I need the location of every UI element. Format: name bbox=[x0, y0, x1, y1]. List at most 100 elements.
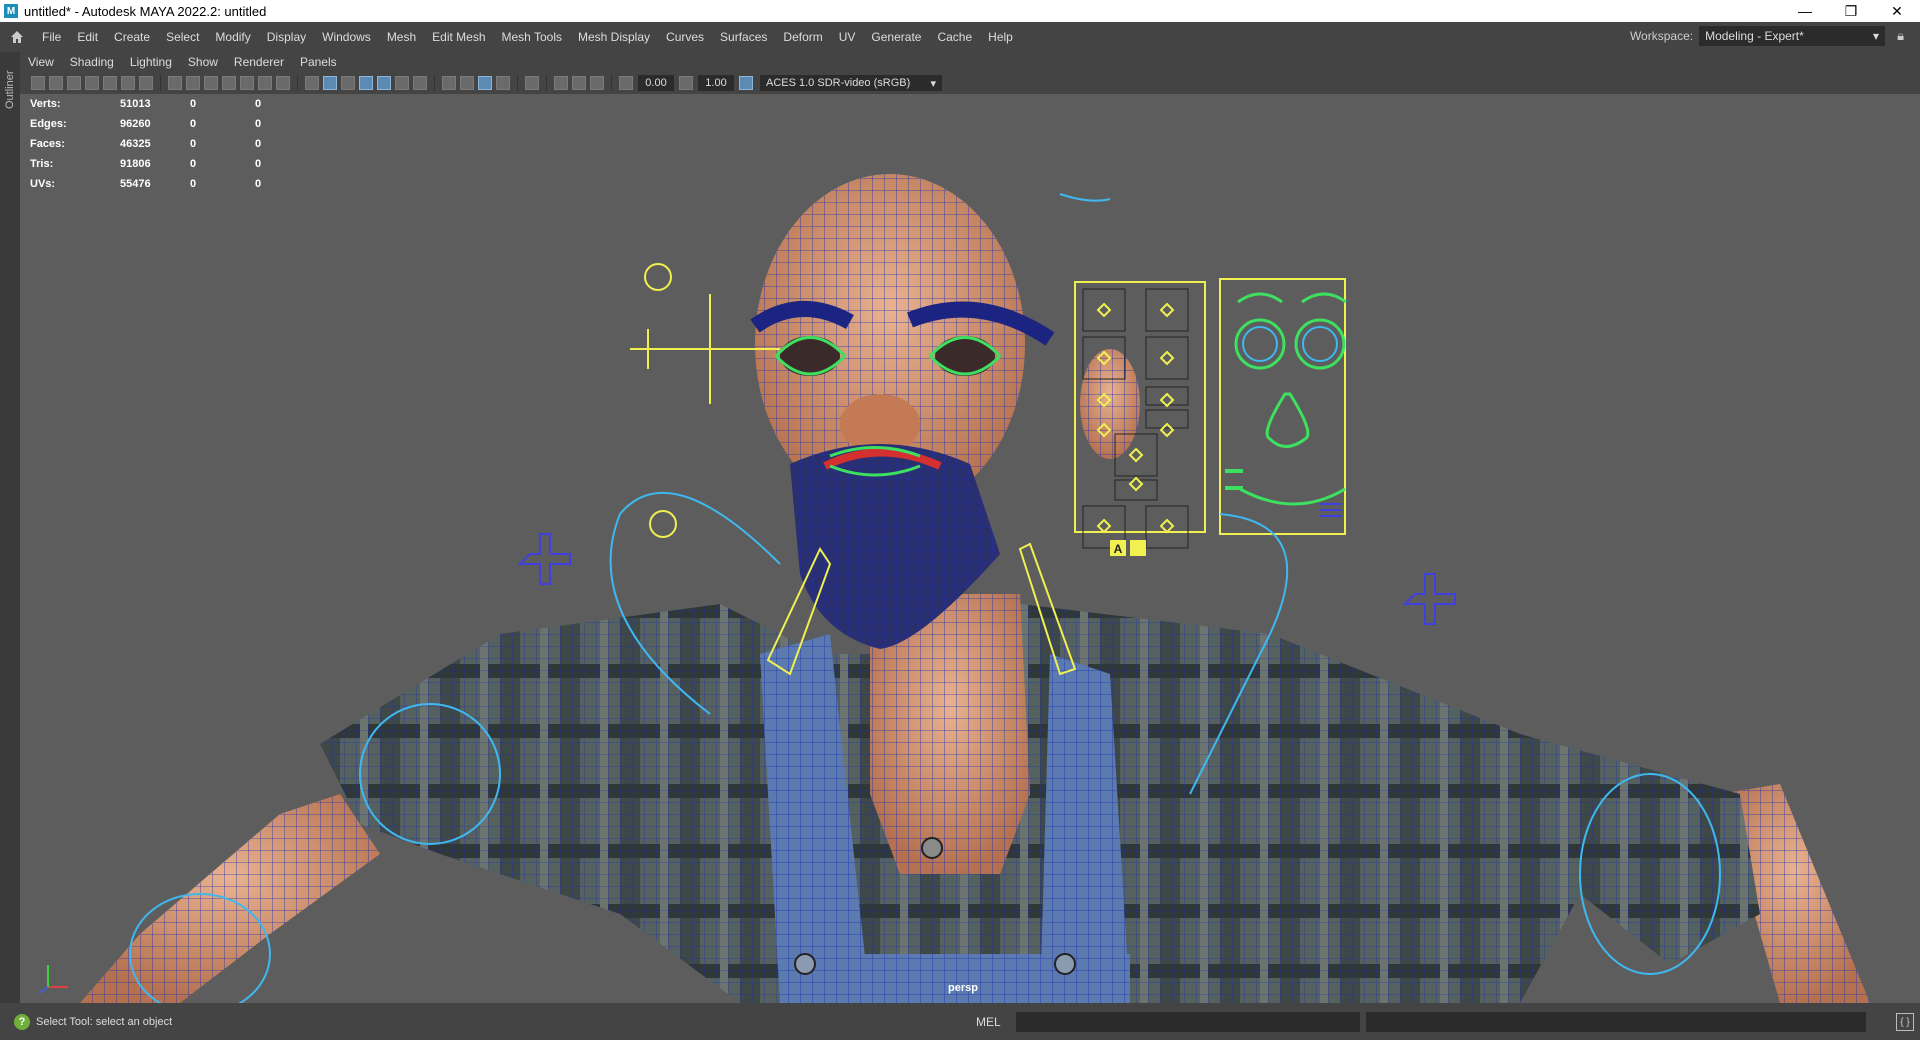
menu-generate[interactable]: Generate bbox=[863, 30, 929, 44]
help-line-bar: ? Select Tool: select an object MEL { } bbox=[0, 1003, 1920, 1040]
menu-help[interactable]: Help bbox=[980, 30, 1021, 44]
menu-mesh-tools[interactable]: Mesh Tools bbox=[494, 30, 570, 44]
toolbar-divider bbox=[546, 75, 547, 91]
script-language-toggle[interactable]: MEL bbox=[976, 1015, 1016, 1029]
gamma-field[interactable]: 1.00 bbox=[698, 75, 734, 91]
workspace-label: Workspace: bbox=[1629, 29, 1694, 43]
toolbar-divider bbox=[434, 75, 435, 91]
use-all-lights-icon[interactable] bbox=[395, 76, 409, 90]
wireframe-on-shaded-icon[interactable] bbox=[359, 76, 373, 90]
panel-menu-view[interactable]: View bbox=[20, 55, 62, 69]
exposure-icon[interactable] bbox=[619, 76, 633, 90]
window-title: untitled* - Autodesk MAYA 2022.2: untitl… bbox=[24, 3, 267, 19]
xray-icon[interactable] bbox=[554, 76, 568, 90]
menu-curves[interactable]: Curves bbox=[658, 30, 712, 44]
depth-of-field-icon[interactable] bbox=[496, 76, 510, 90]
image-plane-icon[interactable] bbox=[85, 76, 99, 90]
panel-menu-shading[interactable]: Shading bbox=[62, 55, 122, 69]
xray-joints-icon[interactable] bbox=[572, 76, 586, 90]
select-camera-icon[interactable] bbox=[31, 76, 45, 90]
view-transform-dropdown[interactable]: ACES 1.0 SDR-video (sRGB) ▾ bbox=[760, 75, 942, 91]
bookmarks-icon[interactable] bbox=[67, 76, 81, 90]
toolbar-divider bbox=[517, 75, 518, 91]
textured-icon[interactable] bbox=[377, 76, 391, 90]
menu-cache[interactable]: Cache bbox=[929, 30, 980, 44]
menu-surfaces[interactable]: Surfaces bbox=[712, 30, 775, 44]
panel-toolbar: 0.00 1.00 ACES 1.0 SDR-video (sRGB) ▾ bbox=[20, 72, 1920, 94]
outliner-tab[interactable]: Outliner bbox=[2, 60, 18, 120]
panel-menu-panels[interactable]: Panels bbox=[292, 55, 345, 69]
restore-button[interactable]: ❐ bbox=[1828, 0, 1874, 22]
home-icon[interactable] bbox=[6, 26, 28, 48]
hud-label: Tris: bbox=[30, 158, 54, 170]
toolbar-divider bbox=[160, 75, 161, 91]
hud-value: 0 bbox=[255, 158, 262, 170]
poly-count-hud: Verts: 51013 0 0 Edges: 96260 0 0 Faces:… bbox=[30, 94, 295, 194]
anti-aliasing-icon[interactable] bbox=[478, 76, 492, 90]
panel-menu-renderer[interactable]: Renderer bbox=[226, 55, 292, 69]
menu-edit[interactable]: Edit bbox=[69, 30, 106, 44]
main-menu-bar: File Edit Create Select Modify Display W… bbox=[0, 22, 1920, 52]
resolution-gate-icon[interactable] bbox=[204, 76, 218, 90]
workspace-value: Modeling - Expert* bbox=[1705, 29, 1804, 43]
help-line-text: Select Tool: select an object bbox=[36, 1015, 173, 1028]
viewport-panel[interactable]: View Shading Lighting Show Renderer Pane… bbox=[20, 52, 1920, 1003]
minimize-button[interactable]: — bbox=[1782, 0, 1828, 22]
field-chart-icon[interactable] bbox=[240, 76, 254, 90]
safe-action-icon[interactable] bbox=[258, 76, 272, 90]
hud-value: 46325 bbox=[120, 138, 151, 150]
panel-menu-lighting[interactable]: Lighting bbox=[122, 55, 180, 69]
gate-mask-icon[interactable] bbox=[222, 76, 236, 90]
exposure-field[interactable]: 0.00 bbox=[638, 75, 674, 91]
menu-select[interactable]: Select bbox=[158, 30, 207, 44]
grid-icon[interactable] bbox=[168, 76, 182, 90]
gamma-icon[interactable] bbox=[679, 76, 693, 90]
script-editor-icon[interactable]: { } bbox=[1896, 1013, 1914, 1031]
lock-icon[interactable]: 🔒︎ bbox=[1897, 28, 1904, 44]
hud-row-uvs: UVs: 55476 0 0 bbox=[30, 174, 295, 194]
isolate-select-icon[interactable] bbox=[525, 76, 539, 90]
film-gate-toggle-icon[interactable] bbox=[186, 76, 200, 90]
color-management-icon[interactable] bbox=[739, 76, 753, 90]
menu-file[interactable]: File bbox=[34, 30, 69, 44]
wireframe-icon[interactable] bbox=[305, 76, 319, 90]
menu-edit-mesh[interactable]: Edit Mesh bbox=[424, 30, 493, 44]
toolbar-divider bbox=[611, 75, 612, 91]
menu-create[interactable]: Create bbox=[106, 30, 158, 44]
camera-move-icon[interactable] bbox=[139, 76, 153, 90]
motion-blur-icon[interactable] bbox=[460, 76, 474, 90]
menu-uv[interactable]: UV bbox=[831, 30, 864, 44]
menu-mesh-display[interactable]: Mesh Display bbox=[570, 30, 658, 44]
help-icon: ? bbox=[14, 1013, 30, 1030]
film-gate-icon[interactable] bbox=[121, 76, 135, 90]
menu-modify[interactable]: Modify bbox=[207, 30, 258, 44]
safe-title-icon[interactable] bbox=[276, 76, 290, 90]
default-material-icon[interactable] bbox=[341, 76, 355, 90]
close-button[interactable]: ✕ bbox=[1874, 0, 1920, 22]
panel-menu-show[interactable]: Show bbox=[180, 55, 226, 69]
menu-deform[interactable]: Deform bbox=[775, 30, 830, 44]
toolbar-divider bbox=[297, 75, 298, 91]
hud-label: Verts: bbox=[30, 98, 61, 110]
viewport-scene[interactable]: A bbox=[20, 94, 1920, 1003]
workspace-dropdown[interactable]: Modeling - Expert* ▾ bbox=[1699, 26, 1886, 46]
hud-row-edges: Edges: 96260 0 0 bbox=[30, 114, 295, 134]
menu-mesh[interactable]: Mesh bbox=[379, 30, 424, 44]
shadows-icon[interactable] bbox=[413, 76, 427, 90]
character-shirt[interactable] bbox=[320, 604, 1760, 1003]
hud-value: 0 bbox=[255, 178, 262, 190]
smooth-shade-icon[interactable] bbox=[323, 76, 337, 90]
panel-menu-bar: View Shading Lighting Show Renderer Pane… bbox=[20, 52, 1920, 72]
menu-display[interactable]: Display bbox=[259, 30, 314, 44]
hud-value: 55476 bbox=[120, 178, 151, 190]
character-head[interactable] bbox=[750, 174, 1140, 649]
camera-attributes-icon[interactable] bbox=[49, 76, 63, 90]
menu-windows[interactable]: Windows bbox=[314, 30, 379, 44]
grease-pencil-icon[interactable] bbox=[103, 76, 117, 90]
xray-components-icon[interactable] bbox=[590, 76, 604, 90]
command-line-input[interactable] bbox=[1016, 1011, 1360, 1032]
ambient-occlusion-icon[interactable] bbox=[442, 76, 456, 90]
axis-gizmo-icon bbox=[39, 965, 68, 994]
hud-value: 0 bbox=[190, 178, 197, 190]
title-bar: M untitled* - Autodesk MAYA 2022.2: unti… bbox=[0, 0, 1920, 22]
